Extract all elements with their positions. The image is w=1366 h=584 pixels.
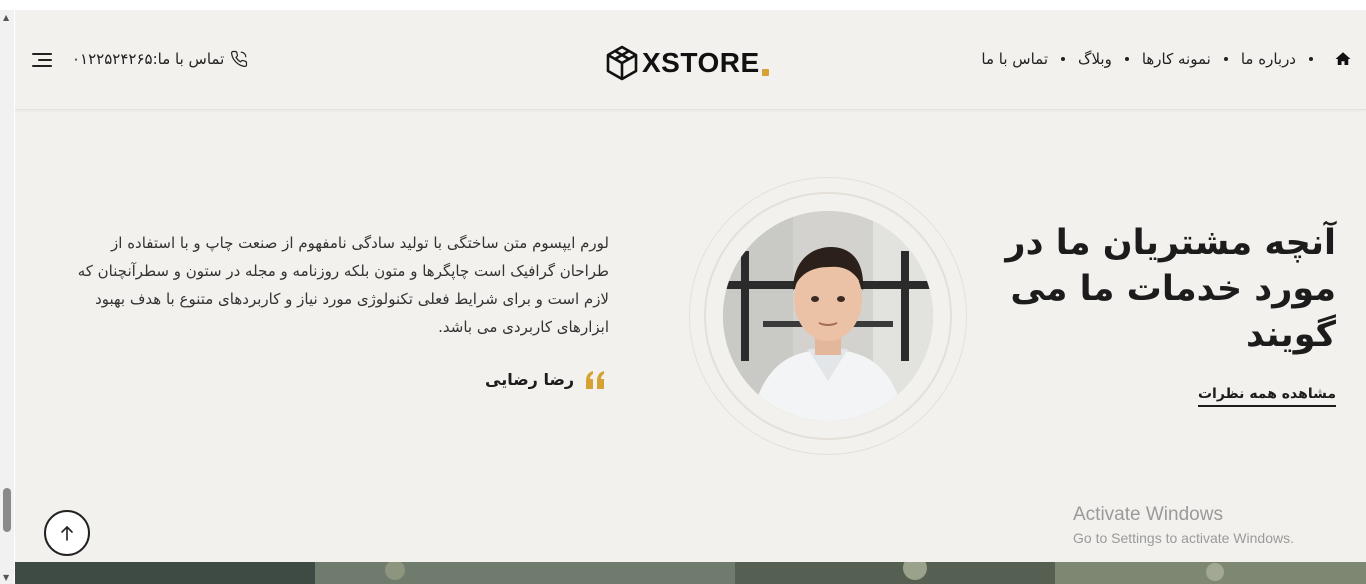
contact-phone: ۰۱۲۲۵۲۴۲۶۵ xyxy=(72,50,153,68)
testimonial-quote: لورم ایپسوم متن ساختگی با تولید سادگی نا… xyxy=(77,234,609,336)
author-name: رضا رضایی xyxy=(485,370,575,389)
watermark-subtitle: Go to Settings to activate Windows. xyxy=(1073,530,1294,546)
watermark-title: Activate Windows xyxy=(1073,504,1223,525)
phone-icon xyxy=(231,50,248,68)
arrow-up-icon xyxy=(61,525,73,541)
hamburger-menu-icon[interactable] xyxy=(32,53,52,67)
logo-accent-dot xyxy=(761,68,769,76)
testimonial-author: رضا رضایی xyxy=(485,370,606,389)
nav-item-about[interactable]: درباره ما xyxy=(1241,50,1296,68)
nav-separator xyxy=(1223,57,1228,61)
logo-text: XSTORE xyxy=(642,47,760,78)
site-header: تماس با ما: ۰۱۲۲۵۲۴۲۶۵ XSTORE تماس با ما… xyxy=(15,10,1366,110)
page: تماس با ما: ۰۱۲۲۵۲۴۲۶۵ XSTORE تماس با ما… xyxy=(15,10,1366,584)
quote-icon xyxy=(586,370,605,389)
nav-separator xyxy=(1309,57,1313,61)
scroll-up-arrow-icon[interactable]: ▲ xyxy=(3,14,9,22)
header-contact[interactable]: تماس با ما: ۰۱۲۲۵۲۴۲۶۵ xyxy=(72,48,248,70)
nav-separator xyxy=(1061,57,1066,61)
browser-scrollbar[interactable]: ▲ ▼ xyxy=(0,10,14,584)
testimonial-headline: آنچه مشتریان ما در مورد خدمات ما می گوین… xyxy=(1005,223,1336,355)
scroll-down-arrow-icon[interactable]: ▼ xyxy=(3,574,9,582)
nav-item-portfolio[interactable]: نمونه کارها xyxy=(1142,50,1211,68)
scrollbar-thumb[interactable] xyxy=(3,488,11,532)
scroll-to-top-button[interactable] xyxy=(44,510,90,556)
logo-mark-icon xyxy=(606,45,638,81)
nav-separator xyxy=(1124,57,1129,61)
customer-photo xyxy=(723,211,933,421)
next-section-image xyxy=(15,562,1366,584)
site-logo[interactable]: XSTORE xyxy=(606,45,769,81)
contact-label: تماس با ما: xyxy=(152,50,225,68)
nav-item-blog[interactable]: وبلاگ xyxy=(1078,50,1112,68)
nav-item-contact[interactable]: تماس با ما xyxy=(981,50,1048,68)
view-all-reviews-link[interactable]: مشاهده همه نظرات xyxy=(1197,386,1336,407)
main-nav: تماس با ما وبلاگ نمونه کارها درباره ما xyxy=(981,46,1352,72)
home-icon[interactable] xyxy=(1334,50,1352,68)
windows-activation-watermark: Activate Windows Go to Settings to activ… xyxy=(1073,504,1294,548)
